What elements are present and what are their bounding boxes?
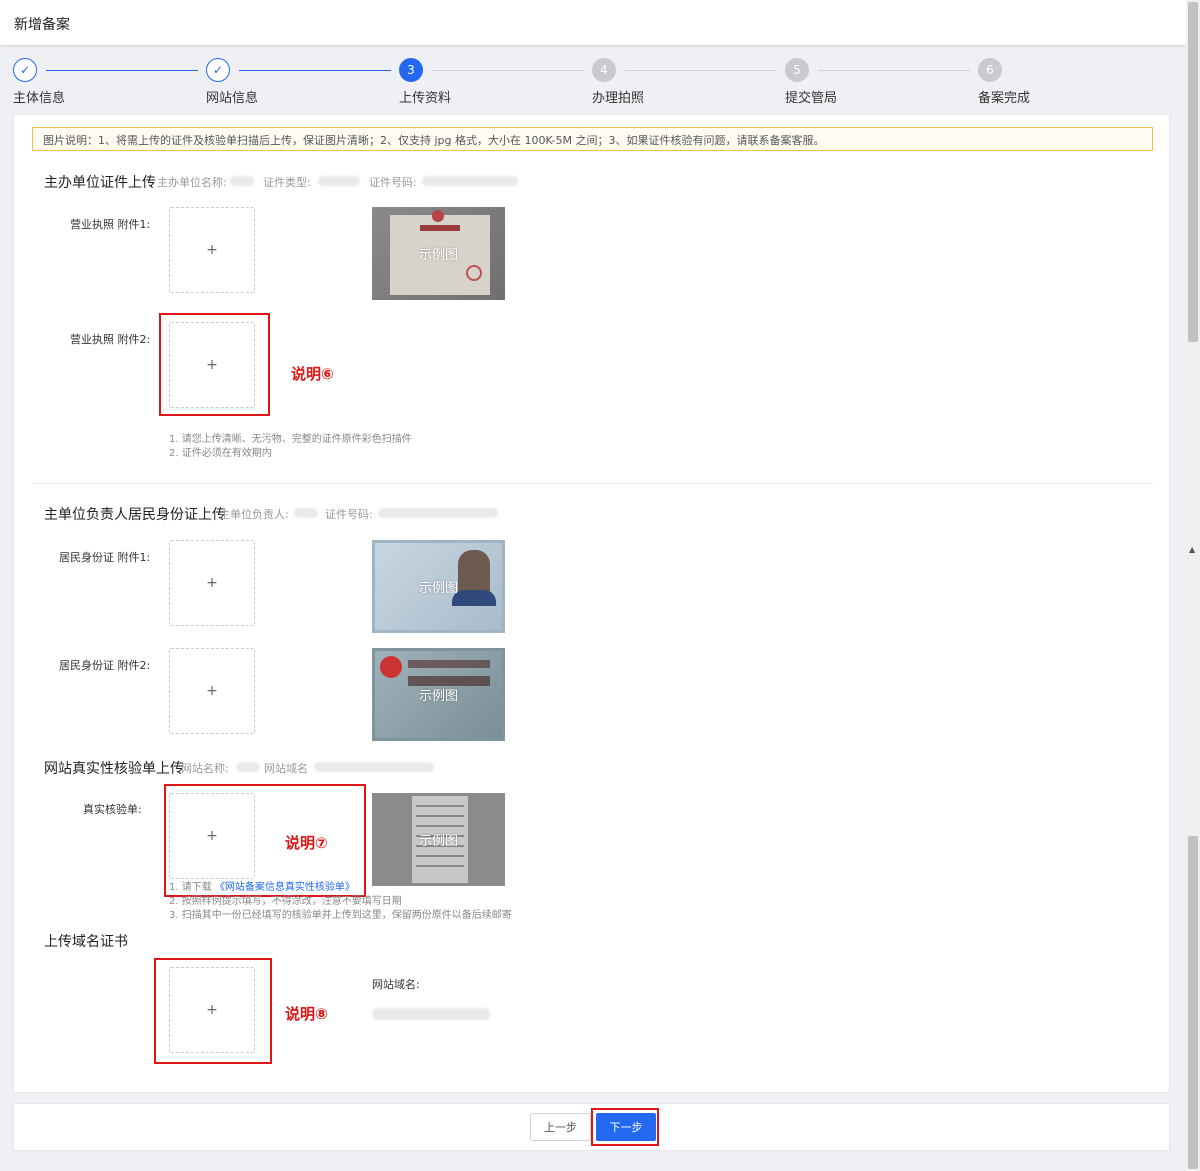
- license-attachment-1-label: 营业执照 附件1:: [70, 218, 151, 231]
- step-number: 6: [978, 58, 1002, 82]
- plus-icon: +: [206, 683, 218, 699]
- redacted-value: [372, 1008, 490, 1020]
- plus-icon: +: [206, 575, 218, 591]
- org-section-title: 主办单位证件上传: [44, 175, 156, 191]
- person-name-label: 主单位负责人:: [219, 508, 289, 521]
- check-icon: ✓: [13, 58, 37, 82]
- step-number: 4: [592, 58, 616, 82]
- footer-bar: 上一步 下一步: [13, 1103, 1170, 1151]
- id-attachment-1-label: 居民身份证 附件1:: [59, 551, 151, 564]
- example-caption: 示例图: [418, 689, 458, 704]
- image-notice: 图片说明：1、将需上传的证件及核验单扫描后上传，保证图片清晰；2、仅支持 jpg…: [32, 127, 1153, 151]
- annotation-7: 说明⑦: [285, 834, 328, 852]
- annotation-box-8: [154, 958, 272, 1064]
- redacted-value: [230, 176, 254, 186]
- step-label: 提交管局: [785, 91, 838, 106]
- id-front-example-image: 示例图: [372, 540, 505, 633]
- verify-sheet-example-image: 示例图: [372, 793, 505, 886]
- id-upload-2[interactable]: +: [169, 648, 255, 734]
- person-cert-no-label: 证件号码:: [325, 508, 373, 521]
- site-domain-field-label: 网站域名:: [372, 978, 420, 991]
- example-caption: 示例图: [418, 248, 458, 263]
- verify-hint-3: 3. 扫描其中一份已经填写的核验单并上传到这里，保留两份原件以备后续邮寄: [169, 910, 512, 921]
- site-name-label: 网站名称:: [181, 762, 229, 775]
- step-label: 上传资料: [399, 91, 452, 106]
- verify-hint-1: 1. 请下载 《网站备案信息真实性核验单》: [169, 881, 355, 895]
- annotation-8: 说明⑧: [285, 1005, 328, 1023]
- org-hint-1: 1. 请您上传清晰、无污物、完整的证件原件彩色扫描件: [169, 434, 412, 445]
- scrollbar-thumb-lower[interactable]: [1188, 836, 1198, 1169]
- cert-no-label: 证件号码:: [369, 176, 417, 189]
- org-name-label: 主办单位名称:: [157, 176, 227, 189]
- vertical-scrollbar[interactable]: ▲: [1186, 0, 1200, 1171]
- next-step-button[interactable]: 下一步: [596, 1113, 656, 1141]
- step-connector: [239, 70, 391, 71]
- id-attachment-2-label: 居民身份证 附件2:: [59, 659, 151, 672]
- example-caption: 示例图: [418, 834, 458, 849]
- step-number: 3: [399, 58, 423, 82]
- person-section-title: 主单位负责人居民身份证上传: [44, 507, 226, 523]
- license-example-image: 示例图: [372, 207, 505, 300]
- redacted-value: [378, 508, 498, 518]
- id-back-example-image: 示例图: [372, 648, 505, 741]
- domain-cert-section-title: 上传域名证书: [44, 934, 128, 950]
- redacted-value: [236, 762, 260, 772]
- step-number: 5: [785, 58, 809, 82]
- plus-icon: +: [206, 242, 218, 258]
- top-header: 新增备案: [0, 0, 1186, 45]
- license-attachment-2-label: 营业执照 附件2:: [70, 333, 151, 346]
- redacted-value: [314, 762, 434, 772]
- verify-hint-2: 2. 按照样例提示填写，不得涂改，注意不要填写日期: [169, 896, 402, 907]
- verify-hint-1-text: 1. 请下载: [169, 882, 212, 893]
- upload-panel: 图片说明：1、将需上传的证件及核验单扫描后上传，保证图片清晰；2、仅支持 jpg…: [13, 114, 1170, 1093]
- step-label: 网站信息: [206, 91, 259, 106]
- verify-sheet-download-link[interactable]: 《网站备案信息真实性核验单》: [215, 882, 355, 893]
- redacted-value: [422, 176, 518, 186]
- step-connector: [432, 70, 584, 71]
- id-upload-1[interactable]: +: [169, 540, 255, 626]
- annotation-6: 说明⑥: [291, 365, 334, 383]
- org-hint-2: 2. 证件必须在有效期内: [169, 448, 272, 459]
- annotation-box-6: [159, 313, 270, 416]
- step-connector: [818, 70, 970, 71]
- redacted-value: [318, 176, 360, 186]
- verify-section-title: 网站真实性核验单上传: [44, 761, 184, 777]
- step-label: 备案完成: [978, 91, 1031, 106]
- check-icon: ✓: [206, 58, 230, 82]
- step-label: 办理拍照: [592, 91, 645, 106]
- step-connector: [46, 70, 198, 71]
- progress-steps: ✓ 主体信息 ✓ 网站信息 3 上传资料 4 办理拍照 5 提交管局 6 备案完…: [0, 58, 1186, 106]
- license-upload-1[interactable]: +: [169, 207, 255, 293]
- scroll-up-arrow-icon[interactable]: ▲: [1189, 545, 1195, 554]
- site-domain-label: 网站域名: [264, 762, 308, 775]
- scrollbar-thumb[interactable]: [1188, 2, 1198, 342]
- section-divider: [32, 483, 1153, 484]
- step-label: 主体信息: [13, 91, 66, 106]
- page-title: 新增备案: [14, 17, 70, 33]
- example-caption: 示例图: [418, 581, 458, 596]
- redacted-value: [294, 508, 318, 518]
- verify-sheet-label: 真实核验单:: [83, 803, 142, 816]
- step-connector: [625, 70, 777, 71]
- cert-type-label: 证件类型:: [263, 176, 311, 189]
- prev-step-button[interactable]: 上一步: [530, 1113, 591, 1141]
